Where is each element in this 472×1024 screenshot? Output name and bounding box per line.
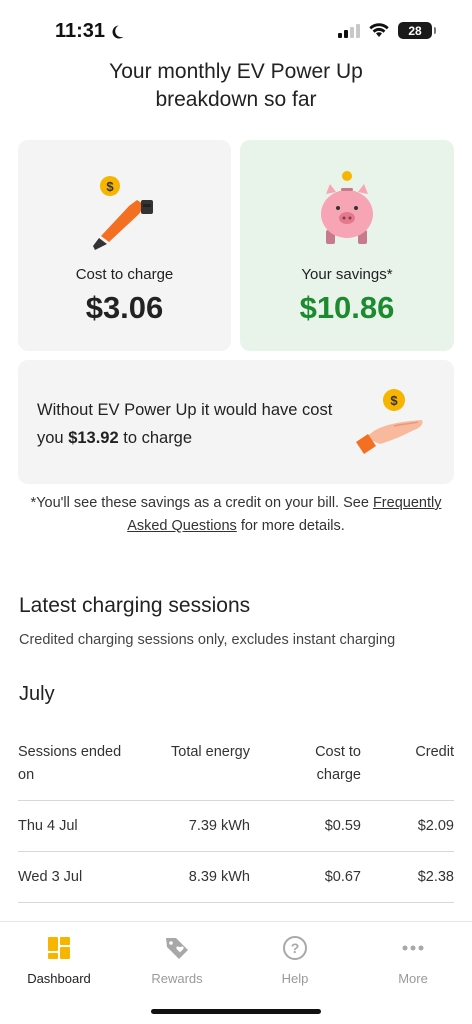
header-credit: Credit: [415, 744, 454, 760]
sessions-table-header: Sessions ended on Total energy Cost to c…: [18, 740, 454, 801]
row-date: Thu 4 Jul: [18, 818, 78, 834]
page-title-line-1: Your monthly EV Power Up: [109, 60, 363, 83]
more-icon: [402, 945, 424, 951]
nav-dashboard-label: Dashboard: [27, 971, 91, 986]
nav-rewards[interactable]: Rewards: [118, 934, 236, 986]
savings-footnote: *You'll see these savings as a credit on…: [18, 492, 454, 538]
without-ev-power-up-card: Without EV Power Up it would have cost y…: [18, 360, 454, 484]
clock-text: 11:31: [55, 20, 106, 42]
nav-more-label: More: [398, 971, 428, 986]
page-title-line-2: breakdown so far: [155, 88, 317, 111]
status-time: 11:31: [55, 20, 125, 43]
cost-to-charge-card: $ Cost to charge $3.06: [18, 140, 231, 351]
your-savings-card: Your savings* $10.86: [240, 140, 454, 351]
help-icon: ?: [283, 936, 307, 960]
row-energy: 7.39 kWh: [188, 818, 250, 834]
sessions-table: Sessions ended on Total energy Cost to c…: [18, 740, 454, 903]
piggy-bank-icon: [321, 171, 373, 244]
footnote-text-2: for more details.: [236, 518, 345, 534]
row-date: Wed 3 Jul: [18, 869, 83, 885]
hand-with-coin-icon: $: [356, 389, 423, 454]
nav-help-label: Help: [281, 971, 309, 986]
cost-to-charge-label: Cost to charge: [75, 266, 174, 283]
wifi-icon: [369, 23, 389, 37]
nav-rewards-label: Rewards: [151, 971, 203, 986]
latest-sessions-heading: Latest charging sessions: [19, 594, 251, 617]
cost-to-charge-value: $3.06: [85, 290, 164, 325]
nav-help[interactable]: ? Help: [236, 934, 354, 986]
without-text-part-2: to charge: [118, 429, 193, 447]
row-credit: $2.38: [417, 869, 454, 885]
page-title: Your monthly EV Power Up breakdown so fa…: [40, 58, 432, 114]
moon-icon: [112, 25, 124, 38]
battery-level: 28: [408, 23, 422, 38]
rewards-tag-icon: [166, 938, 188, 959]
svg-text:?: ?: [291, 940, 300, 956]
header-total-energy: Total energy: [171, 744, 250, 760]
svg-text:$: $: [106, 179, 114, 194]
status-icons: 28: [338, 22, 436, 39]
home-indicator: [151, 1009, 321, 1014]
without-amount: $13.92: [68, 429, 119, 447]
row-credit: $2.09: [417, 818, 454, 834]
your-savings-value: $10.86: [299, 290, 395, 325]
dashboard-icon: [48, 937, 70, 959]
table-row[interactable]: Thu 4 Jul 7.39 kWh $0.59 $2.09: [18, 801, 454, 852]
row-cost: $0.67: [324, 869, 361, 885]
row-cost: $0.59: [324, 818, 361, 834]
nav-more[interactable]: More: [354, 934, 472, 986]
signal-icon: [338, 23, 360, 38]
status-bar: 11:31 28: [0, 0, 472, 62]
your-savings-label: Your savings*: [301, 266, 393, 283]
header-sessions-ended-on: Sessions ended on: [18, 744, 122, 783]
month-heading: July: [19, 683, 55, 705]
row-energy: 8.39 kWh: [188, 869, 250, 885]
svg-text:$: $: [390, 393, 398, 408]
without-ev-power-up-text: Without EV Power Up it would have cost y…: [37, 396, 337, 452]
ev-charger-icon: $: [92, 176, 153, 250]
header-cost-to-charge: Cost to charge: [315, 744, 361, 783]
battery-indicator: 28: [398, 22, 436, 39]
footnote-text-1: *You'll see these savings as a credit on…: [30, 495, 373, 511]
latest-sessions-subtitle: Credited charging sessions only, exclude…: [19, 632, 396, 648]
table-row[interactable]: Wed 3 Jul 8.39 kWh $0.67 $2.38: [18, 852, 454, 903]
nav-dashboard[interactable]: Dashboard: [0, 934, 118, 986]
